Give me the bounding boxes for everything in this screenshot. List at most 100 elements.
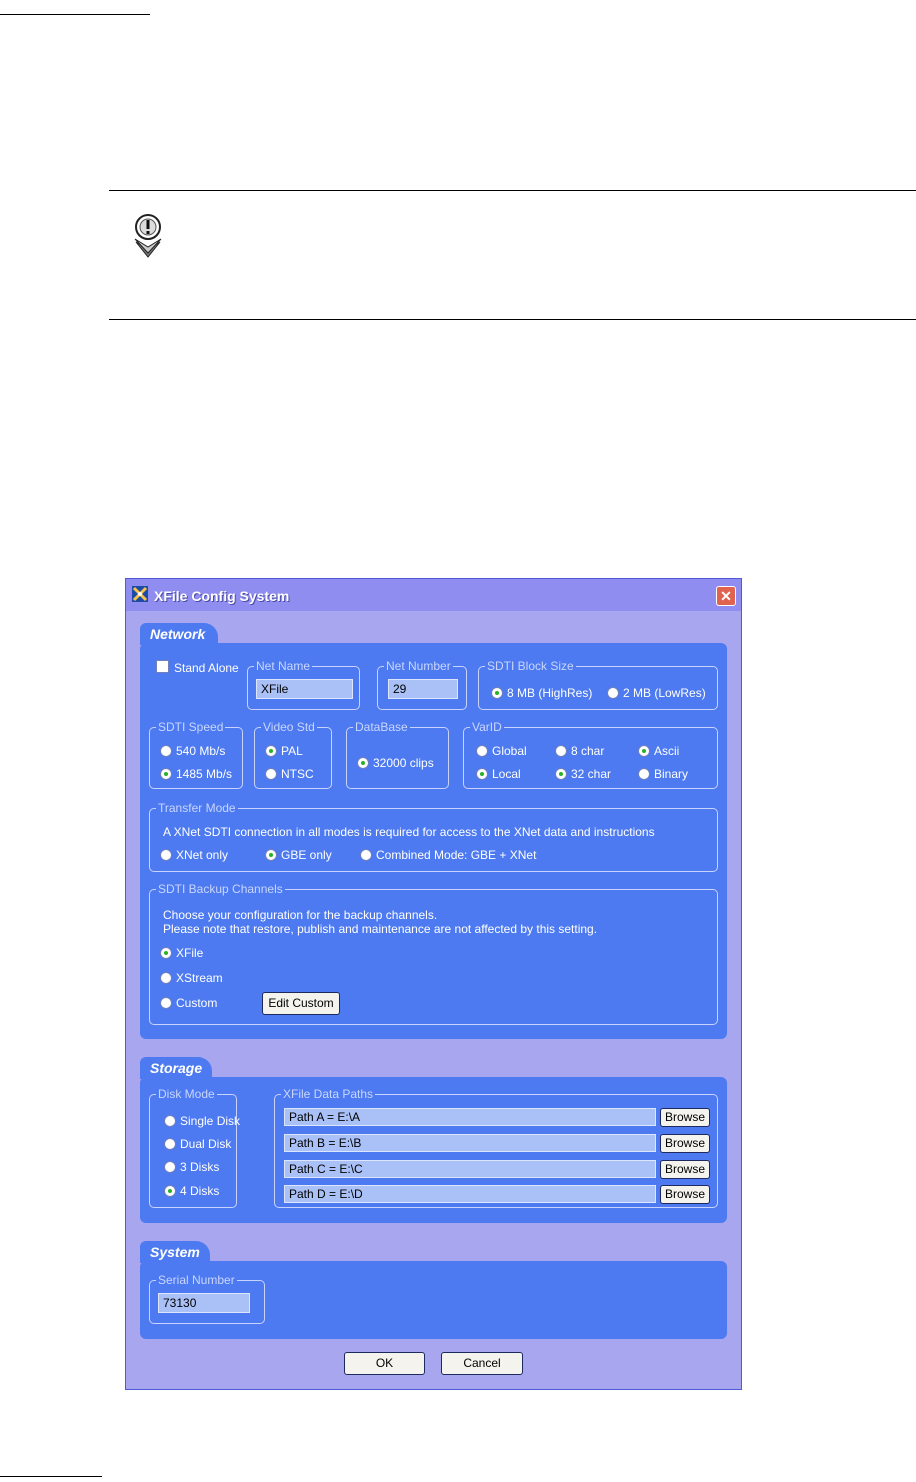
browse-d-button[interactable]: Browse [660,1185,710,1204]
disk-single-radio[interactable] [164,1115,176,1127]
edit-custom-button[interactable]: Edit Custom [262,992,340,1015]
xfile-app-icon [132,586,148,602]
backup-custom-label: Custom [176,996,218,1010]
net-number-input[interactable]: 29 [388,679,458,699]
window-title: XFile Config System [154,588,290,604]
varid-32char-radio[interactable] [555,768,567,780]
cancel-button[interactable]: Cancel [441,1352,523,1375]
speed-540-radio[interactable] [160,745,172,757]
note-warning-icon [130,212,166,258]
transfer-mode-legend: Transfer Mode [156,801,238,815]
disk-4-label: 4 Disks [180,1184,220,1198]
backup-line-2: Please note that restore, publish and ma… [163,922,598,936]
browse-b-button[interactable]: Browse [660,1134,710,1153]
data-paths-legend: XFile Data Paths [281,1087,376,1101]
video-pal-label: PAL [281,744,303,758]
network-panel: Stand Alone Net Name XFile Net Number 29… [140,643,727,1039]
database-32000-label: 32000 clips [373,756,434,770]
net-number-legend: Net Number [384,659,453,673]
backup-xstream-radio[interactable] [160,972,172,984]
path-c-field[interactable]: Path C = E:\C [284,1160,656,1178]
varid-binary-label: Binary [654,767,689,781]
disk-mode-group: Disk Mode Single Disk Dual Disk 3 Disks … [149,1087,241,1208]
disk-single-label: Single Disk [180,1114,241,1128]
footer-rule [0,1476,102,1477]
block-8mb-label: 8 MB (HighRes) [507,686,593,700]
serial-number-group: Serial Number 73130 [149,1273,265,1324]
net-name-input[interactable]: XFile [256,679,353,699]
sdti-speed-group: SDTI Speed 540 Mb/s 1485 Mb/s [149,720,243,789]
speed-1485-radio[interactable] [160,768,172,780]
stand-alone-label: Stand Alone [174,661,239,675]
video-ntsc-radio[interactable] [265,768,277,780]
disk-4-radio[interactable] [164,1185,176,1197]
database-32000-radio[interactable] [357,757,369,769]
varid-32char-label: 32 char [571,767,612,781]
backup-xfile-label: XFile [176,946,204,960]
transfer-xnet-radio[interactable] [160,849,172,861]
path-b-field[interactable]: Path B = E:\B [284,1134,656,1152]
transfer-gbe-radio[interactable] [265,849,277,861]
video-ntsc-label: NTSC [281,767,314,781]
tab-storage[interactable]: Storage [140,1057,212,1079]
backup-xstream-label: XStream [176,971,223,985]
sdti-backup-legend: SDTI Backup Channels [156,882,285,896]
transfer-mode-note: A XNet SDTI connection in all modes is r… [163,825,655,839]
transfer-mode-group: Transfer Mode A XNet SDTI connection in … [149,801,718,872]
transfer-combined-radio[interactable] [360,849,372,861]
data-paths-group: XFile Data Paths Path A = E:\A Browse Pa… [274,1087,718,1208]
header-rule [0,14,150,15]
varid-8char-radio[interactable] [555,745,567,757]
varid-8char-label: 8 char [571,744,605,758]
path-a-field[interactable]: Path A = E:\A [284,1108,656,1126]
varid-local-radio[interactable] [476,768,488,780]
sdti-block-size-group: SDTI Block Size 8 MB (HighRes) 2 MB (Low… [478,659,718,710]
video-std-legend: Video Std [261,720,317,734]
serial-number-input[interactable]: 73130 [158,1293,250,1313]
block-8mb-radio[interactable] [491,687,503,699]
database-legend: DataBase [353,720,410,734]
varid-local-label: Local [492,767,521,781]
note-top-rule [109,190,916,191]
disk-dual-radio[interactable] [164,1138,176,1150]
tab-system[interactable]: System [140,1241,210,1263]
sdti-block-size-legend: SDTI Block Size [485,659,576,673]
ok-button[interactable]: OK [344,1352,425,1375]
video-std-group: Video Std PAL NTSC [254,720,332,789]
browse-c-button[interactable]: Browse [660,1160,710,1179]
varid-binary-radio[interactable] [638,768,650,780]
sdti-backup-group: SDTI Backup Channels Choose your configu… [149,882,718,1025]
path-d-field[interactable]: Path D = E:\D [284,1185,656,1203]
varid-ascii-radio[interactable] [638,745,650,757]
config-dialog: XFile Config System ✕ Network Stand Alon… [125,578,742,1390]
backup-line-1: Choose your configuration for the backup… [163,908,438,922]
transfer-gbe-label: GBE only [281,848,332,862]
note-bottom-rule [109,319,916,320]
video-pal-radio[interactable] [265,745,277,757]
stand-alone-checkbox[interactable] [156,660,169,673]
backup-custom-radio[interactable] [160,997,172,1009]
varid-ascii-label: Ascii [654,744,680,758]
net-name-group: Net Name XFile [247,659,360,710]
speed-1485-label: 1485 Mb/s [176,767,233,781]
disk-dual-label: Dual Disk [180,1137,232,1151]
browse-a-button[interactable]: Browse [660,1108,710,1127]
speed-540-label: 540 Mb/s [176,744,226,758]
title-bar[interactable]: XFile Config System ✕ [126,579,741,611]
tab-network[interactable]: Network [140,623,218,645]
block-2mb-radio[interactable] [607,687,619,699]
varid-legend: VarID [470,720,504,734]
net-name-legend: Net Name [254,659,313,673]
disk-mode-legend: Disk Mode [156,1087,217,1101]
close-button[interactable]: ✕ [716,586,736,606]
varid-global-radio[interactable] [476,745,488,757]
transfer-xnet-label: XNet only [176,848,229,862]
disk-3-radio[interactable] [164,1161,176,1173]
transfer-combined-label: Combined Mode: GBE + XNet [376,848,537,862]
backup-xfile-radio[interactable] [160,947,172,959]
database-group: DataBase 32000 clips [346,720,449,789]
storage-panel: Disk Mode Single Disk Dual Disk 3 Disks … [140,1077,727,1223]
varid-global-label: Global [492,744,527,758]
net-number-group: Net Number 29 [377,659,467,710]
varid-group: VarID Global 8 char Ascii Local 32 char … [463,720,718,789]
